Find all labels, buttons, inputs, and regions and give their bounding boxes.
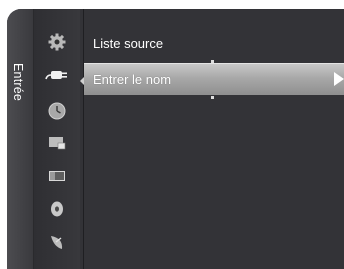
screen-icon[interactable] [47,166,67,186]
scroll-down-tick-icon [211,96,214,99]
menu-item-source-list[interactable]: Liste source [84,30,344,58]
menu-item-label: Entrer le nom [93,72,172,87]
category-icon-column [34,9,80,269]
menu-content-area: Liste source Entrer le nom [84,9,344,269]
menu-item-edit-name[interactable]: Entrer le nom [84,63,344,95]
menu-item-label: Liste source [93,36,164,51]
submenu-arrow-icon [334,72,344,86]
category-tab[interactable]: Entrée [7,9,34,269]
category-tab-label: Entrée [11,63,25,102]
gear-icon[interactable] [47,32,67,52]
osd-menu-panel: Entrée Liste source Entrer le nom [7,9,344,269]
clock-icon[interactable] [47,101,67,121]
picture-in-picture-icon[interactable] [47,133,67,153]
satellite-dish-icon[interactable] [47,232,67,252]
plug-icon[interactable] [45,65,69,85]
disc-icon[interactable] [47,199,67,219]
